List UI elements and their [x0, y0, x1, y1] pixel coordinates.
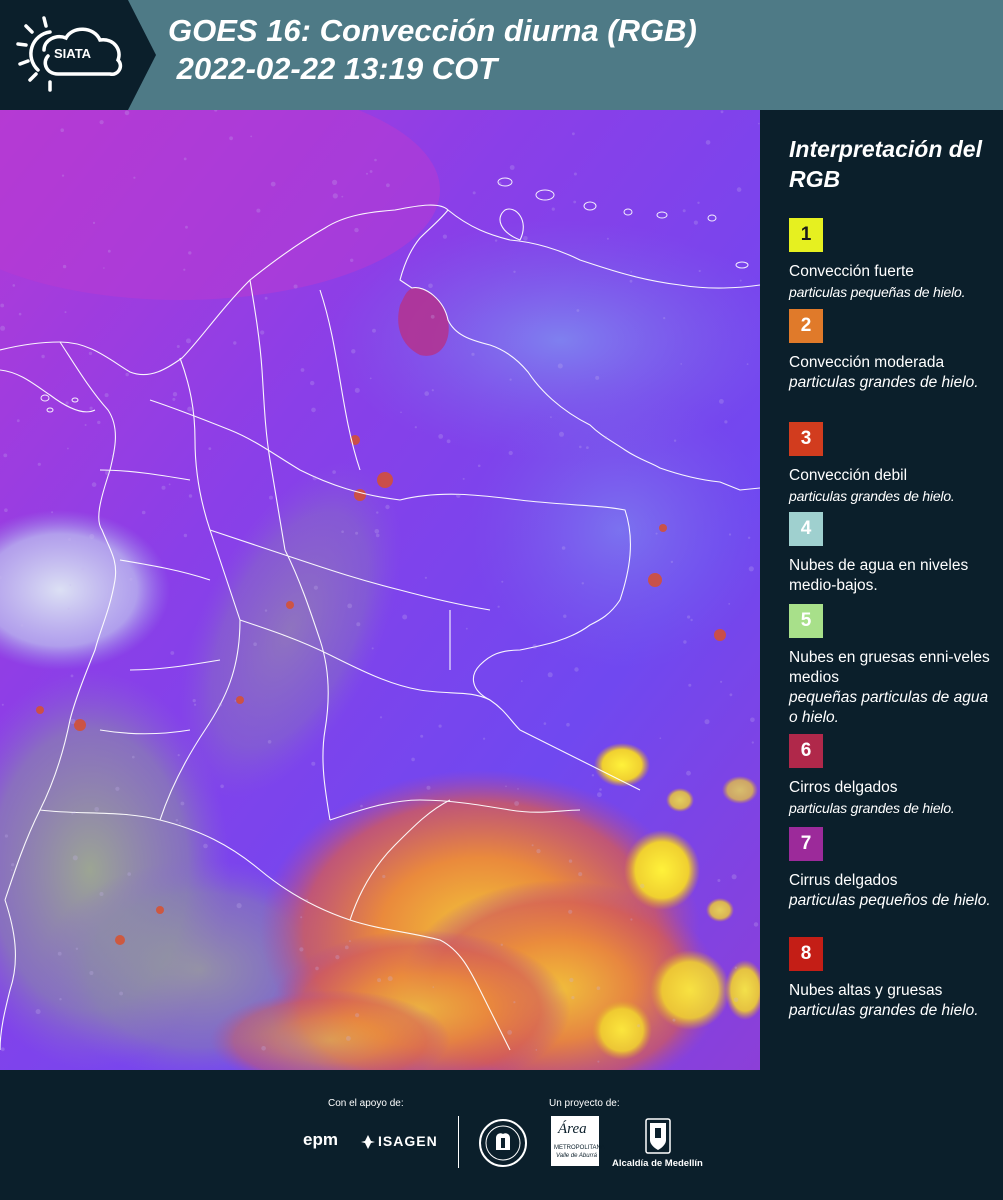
legend-number-2: 2: [800, 315, 812, 336]
legend-number-5: 5: [800, 610, 812, 631]
legend-number-4: 4: [800, 518, 812, 539]
university-seal-icon: [479, 1119, 527, 1167]
legend-name-7: Cirrus delgados: [789, 872, 898, 889]
legend-swatch-5: 5: [789, 604, 823, 638]
legend-item-4: 4 Nubes de agua en niveles medio-bajos.: [789, 512, 994, 596]
legend-desc-6: particulas grandes de hielo.: [789, 800, 955, 816]
title-line-1: GOES 16: Convección diurna (RGB): [168, 13, 697, 48]
footer: Con el apoyo de: Un proyecto de: epm ISA…: [0, 1070, 1003, 1200]
legend-desc-5: pequeñas particulas de agua o hielo.: [789, 689, 989, 726]
legend-name-4: Nubes de agua en niveles medio-bajos.: [789, 557, 969, 594]
project-label: Un proyecto de:: [549, 1098, 620, 1109]
legend-swatch-1: 1: [789, 218, 823, 252]
legend-swatch-3: 3: [789, 422, 823, 456]
isagen-icon: [361, 1135, 375, 1149]
support-label: Con el apoyo de:: [328, 1098, 404, 1109]
area-metropolitana-logo: Área METROPOLITANA Valle de Aburrá: [551, 1116, 605, 1166]
legend-name-5: Nubes en gruesas enni-veles medios: [789, 649, 990, 686]
legend-name-2: Convección moderada: [789, 354, 945, 371]
legend-desc-8: particulas grandes de hielo.: [789, 1002, 979, 1019]
legend-number-8: 8: [800, 943, 812, 964]
legend-item-5: 5 Nubes en gruesas enni-veles medios peq…: [789, 604, 994, 728]
legend-name-8: Nubes altas y gruesas: [789, 982, 943, 999]
legend-desc-2: particulas grandes de hielo.: [789, 374, 979, 391]
legend-swatch-4: 4: [789, 512, 823, 546]
rgb-composite-image: [0, 110, 760, 1070]
epm-logo: epm: [303, 1130, 338, 1149]
legend-panel: Interpretación del RGB 1 Convección fuer…: [760, 110, 1003, 1070]
legend-swatch-2: 2: [789, 309, 823, 343]
legend-desc-7: particulas pequeños de hielo.: [789, 892, 991, 909]
legend-number-7: 7: [800, 833, 812, 854]
medellin-shield-icon: [645, 1118, 671, 1154]
legend-name-3: Convección debil: [789, 467, 908, 484]
footer-divider: [458, 1116, 459, 1168]
legend-desc-3: particulas grandes de hielo.: [789, 488, 955, 504]
legend-desc-1: particulas pequeñas de hielo.: [789, 284, 966, 300]
logo-chevron: [128, 0, 156, 110]
title-line-2: 2022-02-22 13:19 COT: [168, 51, 498, 86]
siata-logo: SIATA: [0, 0, 128, 110]
legend-item-2: 2 Convección moderada particulas grandes…: [789, 309, 994, 393]
legend-item-6: 6 Cirros delgados particulas grandes de …: [789, 734, 994, 818]
legend-swatch-7: 7: [789, 827, 823, 861]
legend-swatch-6: 6: [789, 734, 823, 768]
legend-number-1: 1: [800, 224, 812, 245]
header-bar: SIATA GOES 16: Convección diurna (RGB) 2…: [0, 0, 1003, 110]
legend-swatch-8: 8: [789, 937, 823, 971]
area-logo-text: Área: [558, 1121, 587, 1137]
logo-text: SIATA: [54, 46, 92, 61]
area-logo-sub1: METROPOLITANA: [554, 1145, 605, 1151]
isagen-logo: ISAGEN: [378, 1133, 438, 1149]
legend-number-6: 6: [800, 740, 812, 761]
legend-name-6: Cirros delgados: [789, 779, 898, 796]
area-logo-sub2: Valle de Aburrá: [556, 1153, 597, 1159]
legend-item-1: 1 Convección fuerte particulas pequeñas …: [789, 218, 994, 302]
legend-name-1: Convección fuerte: [789, 263, 914, 280]
page-title: GOES 16: Convección diurna (RGB) 2022-02…: [168, 12, 988, 88]
legend-item-3: 3 Convección debil particulas grandes de…: [789, 422, 994, 506]
legend-item-8: 8 Nubes altas y gruesas particulas grand…: [789, 937, 994, 1021]
satellite-map: [0, 110, 760, 1070]
legend-item-7: 7 Cirrus delgados particulas pequeños de…: [789, 827, 994, 911]
legend-title: Interpretación del RGB: [789, 136, 982, 192]
legend-number-3: 3: [800, 428, 812, 449]
alcaldia-medellin-logo: Alcaldía de Medellín: [612, 1158, 703, 1169]
